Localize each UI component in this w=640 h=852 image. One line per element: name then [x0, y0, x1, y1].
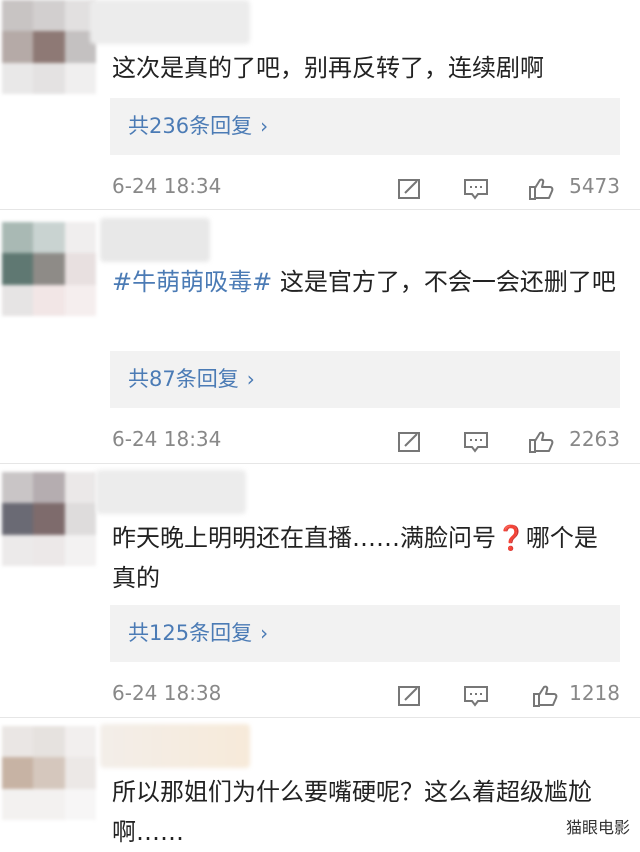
- comment-3: 昨天晚上明明还在直播……满脸问号❓哪个是真的 共125条回复 › 6-24 18:…: [0, 464, 640, 718]
- comment-meta: 6-24 18:34 5473: [112, 166, 620, 206]
- like-count: 2263: [569, 427, 620, 451]
- question-mark-emoji: ❓: [496, 524, 526, 552]
- chevron-right-icon: ›: [260, 114, 269, 138]
- comment-text: 这次是真的了吧，别再反转了，连续剧啊: [112, 54, 544, 82]
- username-blurred[interactable]: [96, 470, 246, 514]
- repost-icon[interactable]: [397, 681, 423, 706]
- chevron-right-icon: ›: [260, 621, 269, 645]
- repost-icon[interactable]: [397, 174, 423, 199]
- thumbs-up-icon[interactable]: [528, 427, 554, 453]
- watermark: 猫眼电影: [565, 818, 630, 837]
- hashtag-link[interactable]: #牛萌萌吸毒#: [112, 268, 272, 296]
- timestamp: 6-24 18:38: [112, 681, 222, 705]
- comment-text: 昨天晚上明明还在直播……满脸问号❓哪个是真的: [112, 518, 618, 598]
- view-replies-button[interactable]: 共236条回复 ›: [110, 98, 620, 155]
- chevron-right-icon: ›: [246, 367, 255, 391]
- comment-meta: 6-24 18:34 2263: [112, 419, 620, 459]
- repost-icon[interactable]: [397, 427, 423, 452]
- username-blurred[interactable]: [100, 724, 250, 768]
- timestamp: 6-24 18:34: [112, 174, 222, 198]
- replies-label: 共125条回复: [128, 621, 253, 645]
- comment-text: 所以那姐们为什么要嘴硬呢？这么着超级尴尬啊……: [112, 778, 592, 846]
- comment-2: #牛萌萌吸毒# 这是官方了，不会一会还删了吧 共87条回复 › 6-24 18:3…: [0, 210, 640, 464]
- thumbs-up-icon[interactable]: [532, 681, 558, 707]
- comment-4: 所以那姐们为什么要嘴硬呢？这么着超级尴尬啊……: [0, 718, 640, 848]
- avatar[interactable]: [2, 0, 96, 94]
- avatar[interactable]: [2, 472, 96, 566]
- replies-label: 共236条回复: [128, 114, 253, 138]
- replies-label: 共87条回复: [128, 367, 239, 391]
- username-blurred[interactable]: [90, 0, 250, 44]
- avatar[interactable]: [2, 726, 96, 820]
- timestamp: 6-24 18:34: [112, 427, 222, 451]
- comment-text: #牛萌萌吸毒# 这是官方了，不会一会还删了吧: [112, 262, 618, 302]
- comment-icon[interactable]: [463, 427, 489, 453]
- comment-text-part1: 昨天晚上明明还在直播……满脸问号: [112, 524, 496, 552]
- avatar[interactable]: [2, 222, 96, 316]
- view-replies-button[interactable]: 共87条回复 ›: [110, 351, 620, 408]
- like-count: 1218: [569, 681, 620, 705]
- thumbs-up-icon[interactable]: [528, 174, 554, 200]
- username-blurred[interactable]: [100, 218, 210, 262]
- comment-icon[interactable]: [463, 681, 489, 707]
- comment-1: 这次是真的了吧，别再反转了，连续剧啊 共236条回复 › 6-24 18:34 5…: [0, 0, 640, 210]
- like-count: 5473: [569, 174, 620, 198]
- comment-icon[interactable]: [463, 174, 489, 200]
- view-replies-button[interactable]: 共125条回复 ›: [110, 605, 620, 662]
- comment-text-body: 这是官方了，不会一会还删了吧: [279, 268, 616, 296]
- comment-meta: 6-24 18:38 1218: [112, 673, 620, 713]
